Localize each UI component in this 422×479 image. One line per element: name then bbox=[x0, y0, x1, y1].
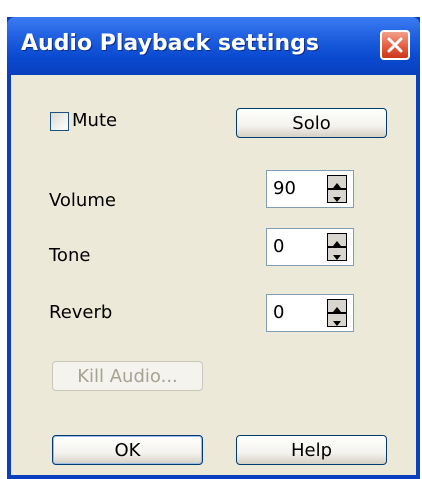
tone-up-button[interactable] bbox=[327, 233, 347, 247]
title-bar[interactable]: Audio Playback settings bbox=[7, 17, 420, 75]
volume-value[interactable]: 90 bbox=[273, 178, 296, 199]
arrow-down-icon bbox=[333, 197, 341, 202]
reverb-up-button[interactable] bbox=[327, 299, 347, 313]
mute-label[interactable]: Mute bbox=[72, 110, 117, 131]
reverb-value[interactable]: 0 bbox=[273, 302, 284, 323]
ok-button[interactable]: OK bbox=[52, 435, 203, 465]
reverb-spinbox[interactable]: 0 bbox=[266, 294, 354, 332]
reverb-down-button[interactable] bbox=[327, 313, 347, 327]
dialog-content: Mute Solo Volume 90 Tone 0 Reverb 0 Kill… bbox=[11, 75, 416, 475]
window-title: Audio Playback settings bbox=[21, 31, 319, 56]
close-button[interactable] bbox=[380, 30, 410, 60]
tone-value[interactable]: 0 bbox=[273, 236, 284, 257]
reverb-spin-arrows[interactable] bbox=[327, 299, 347, 327]
volume-spinbox[interactable]: 90 bbox=[266, 170, 354, 208]
arrow-down-icon bbox=[333, 255, 341, 260]
volume-spin-arrows[interactable] bbox=[327, 175, 347, 203]
arrow-down-icon bbox=[333, 321, 341, 326]
kill-audio-button: Kill Audio... bbox=[52, 361, 203, 391]
dialog-window: Audio Playback settings Mute Solo Volume… bbox=[7, 17, 420, 479]
tone-spinbox[interactable]: 0 bbox=[266, 228, 354, 266]
tone-down-button[interactable] bbox=[327, 247, 347, 261]
help-button[interactable]: Help bbox=[236, 435, 387, 465]
close-icon bbox=[387, 37, 403, 53]
solo-button[interactable]: Solo bbox=[236, 108, 387, 138]
volume-up-button[interactable] bbox=[327, 175, 347, 189]
reverb-label: Reverb bbox=[49, 302, 113, 323]
tone-spin-arrows[interactable] bbox=[327, 233, 347, 261]
mute-checkbox[interactable] bbox=[50, 112, 69, 131]
volume-label: Volume bbox=[49, 190, 116, 211]
volume-down-button[interactable] bbox=[327, 189, 347, 203]
tone-label: Tone bbox=[49, 245, 91, 266]
